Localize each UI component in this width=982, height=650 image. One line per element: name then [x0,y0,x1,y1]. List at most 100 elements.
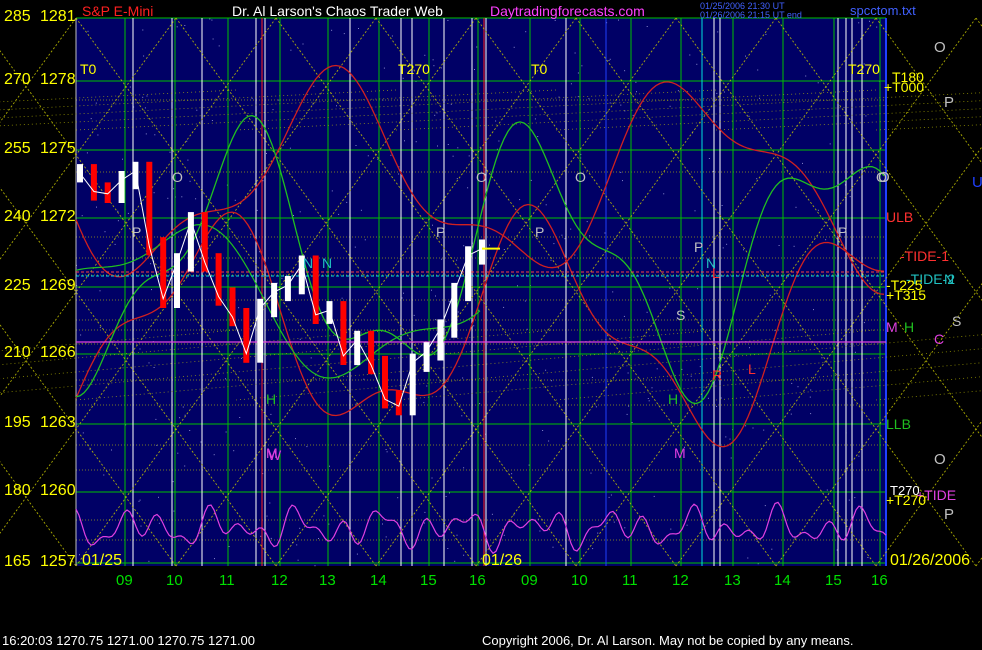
background-dot [825,239,827,241]
background-dot [759,97,760,99]
background-dot [646,26,648,27]
top-marker-label: T0 [80,61,97,77]
background-dot [434,114,436,116]
background-dot [581,65,583,67]
background-dot [574,254,576,256]
chart-letter-label: O [476,169,487,185]
background-dot [80,334,82,336]
background-dot [479,403,481,405]
background-dot [626,413,628,415]
background-dot [479,146,481,148]
background-dot [503,534,505,536]
background-dot [241,357,242,359]
background-dot [817,209,819,211]
background-dot [269,502,271,504]
background-dot [310,357,312,359]
background-dot [588,98,590,100]
background-dot [299,211,301,213]
background-dot [697,288,699,290]
background-dot [281,277,283,279]
background-dot [503,249,505,250]
background-dot [184,465,186,467]
background-dot [689,54,691,56]
background-dot [670,528,672,530]
background-dot [622,180,623,182]
background-dot [794,537,796,539]
price-bar [479,239,485,265]
chart-letter-label: P [436,224,446,240]
background-dot [363,378,365,380]
background-dot [153,192,155,194]
background-dot [122,158,123,160]
background-dot [172,481,174,483]
background-dot [272,109,274,111]
background-dot [745,425,747,427]
background-dot [610,494,612,496]
background-dot [129,86,131,88]
background-dot [424,511,426,513]
background-dot [364,239,366,241]
background-dot [778,245,780,246]
background-dot [570,228,572,230]
right-label-t000: +T000 [884,79,925,95]
background-dot [382,523,383,525]
background-dot [647,398,649,399]
right-label-s: S [952,313,962,329]
background-dot [436,112,438,114]
background-dot [214,558,215,560]
background-dot [876,26,878,28]
background-dot [82,432,84,434]
background-dot [865,115,867,117]
background-dot [90,118,92,120]
background-dot [184,414,186,416]
background-dot [377,158,379,160]
right-label-p2: P [944,506,955,523]
background-dot [341,297,343,299]
price-bar [284,276,291,302]
background-dot [463,554,465,556]
background-dot [690,375,692,377]
background-dot [145,133,147,135]
background-dot [797,386,799,388]
background-dot [854,351,856,353]
price-bar [118,171,125,203]
x-tick-label: 12 [271,572,288,589]
background-dot [383,67,385,69]
quote-status: 16:20:03 1270.75 1271.00 1270.75 1271.00 [2,633,256,648]
background-dot [545,204,547,206]
background-dot [299,338,301,340]
background-dot [144,107,146,109]
price-bar [90,164,97,201]
background-dot [256,209,258,211]
copyright-text: Copyright 2006, Dr. Al Larson. May not b… [482,633,854,648]
background-dot [498,140,500,142]
background-dot [290,49,292,51]
background-dot [153,367,155,368]
background-dot [260,535,262,537]
background-dot [96,206,97,208]
right-label-p1: P [944,94,955,111]
background-dot [636,91,637,93]
background-dot [138,500,140,502]
background-dot [745,55,746,57]
background-dot [423,402,425,404]
background-dot [313,85,315,87]
background-dot [434,319,436,321]
background-dot [463,467,465,469]
background-dot [139,348,141,350]
background-dot [651,387,653,389]
date-start-label: 01/25 [82,552,123,569]
background-dot [473,325,475,327]
background-dot [635,81,637,83]
y-inner-tick-label: 1269 [40,277,76,294]
background-dot [826,489,828,491]
background-dot [553,243,555,245]
x-tick-label: 10 [571,572,588,589]
background-dot [854,497,856,499]
chart-letter-label: O [172,169,183,185]
background-dot [756,540,758,542]
background-dot [79,554,80,556]
right-label-llb: LLB [886,416,911,432]
background-dot [624,527,626,529]
background-dot [431,477,433,479]
